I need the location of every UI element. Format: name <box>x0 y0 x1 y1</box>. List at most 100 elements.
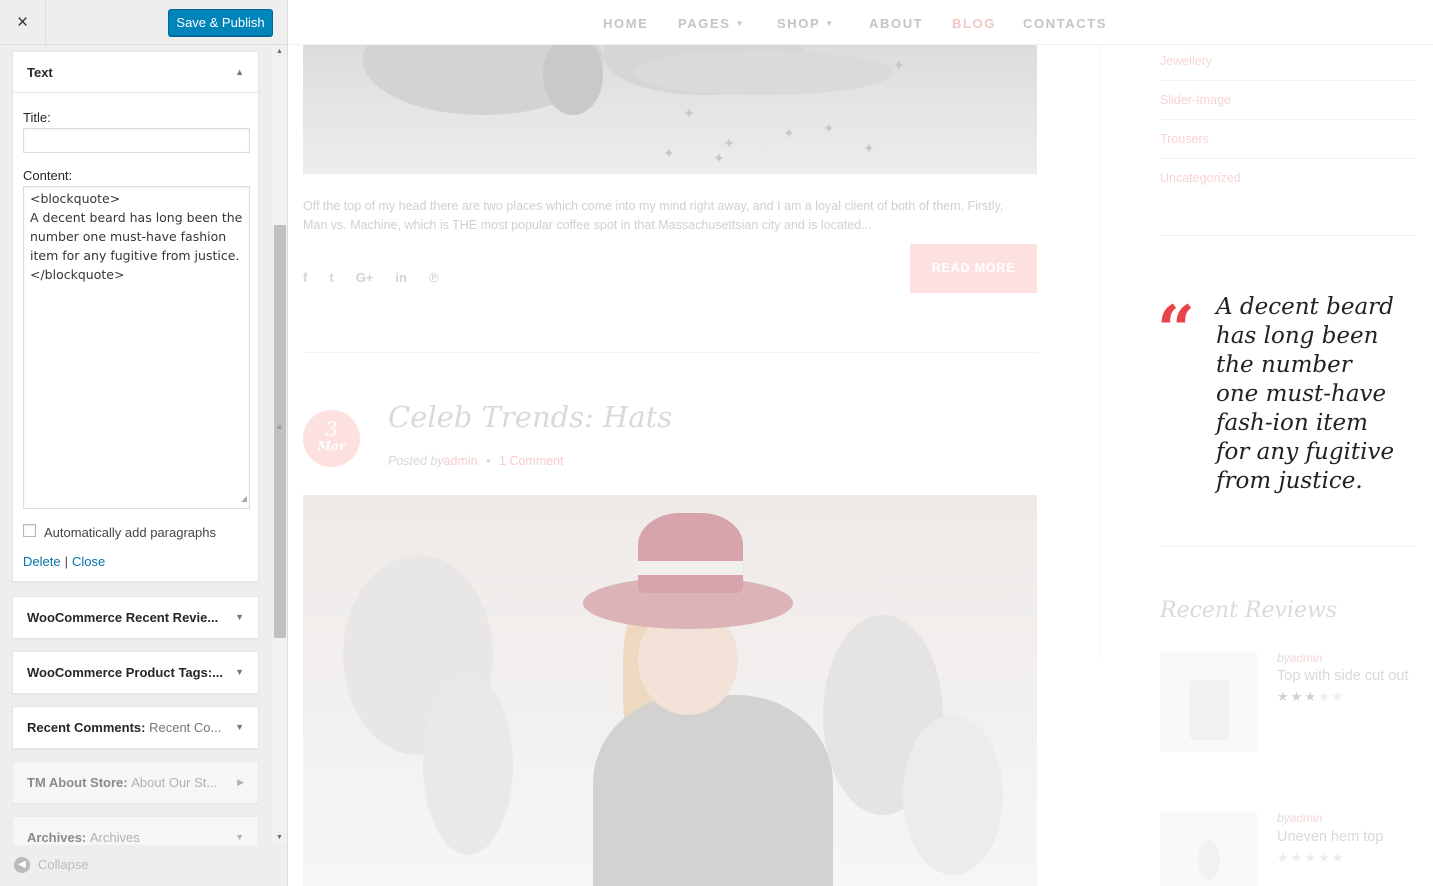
quote-icon: “ <box>1157 291 1195 369</box>
blockquote-text: A decent beard has long been the number … <box>1216 294 1395 494</box>
collapse-bar[interactable]: ◀ Collapse <box>0 845 287 886</box>
date-badge: 3 Mar <box>303 410 360 467</box>
close-link[interactable]: Close <box>72 554 105 569</box>
link-separator: | <box>64 554 68 569</box>
comments-link[interactable]: 1 Comment <box>499 454 564 468</box>
widget-woocommerce-product-tags[interactable]: WooCommerce Product Tags:... ▼ <box>12 651 259 694</box>
widget-tm-about-store[interactable]: TM About Store: About Our St... ▶ <box>12 761 259 804</box>
sidebar-scrollbar[interactable]: ▲ ≡ ▼ <box>272 45 287 845</box>
widget-title: TM About Store: <box>27 775 128 790</box>
facebook-icon[interactable]: f <box>303 270 307 285</box>
star-empty-icon: ★ <box>1331 850 1346 865</box>
author-link[interactable]: admin <box>444 454 478 468</box>
review-author-link[interactable]: admin <box>1290 811 1323 825</box>
category-link[interactable]: Slider-Image <box>1160 93 1231 107</box>
widget-title: WooCommerce Product Tags:... <box>27 665 223 680</box>
linkedin-icon[interactable]: in <box>395 270 407 285</box>
post-image-hat[interactable] <box>303 495 1037 886</box>
review-byline: byadmin <box>1277 811 1322 825</box>
star-filled-icon: ★ <box>1304 689 1318 704</box>
arrow-right-icon[interactable]: ▶ <box>237 762 244 803</box>
share-icons: f t G+ in ℗ <box>303 270 461 285</box>
category-separator <box>1160 119 1416 120</box>
pinterest-icon[interactable]: ℗ <box>429 270 439 285</box>
nav-blog[interactable]: BLOG <box>952 16 996 31</box>
review-product-name[interactable]: Top with side cut out <box>1277 668 1408 684</box>
star-empty-icon: ★ <box>1277 850 1291 865</box>
scroll-down-icon[interactable]: ▼ <box>276 834 283 841</box>
scrollbar-thumb[interactable]: ≡ <box>274 225 286 638</box>
star-empty-icon: ★ <box>1317 689 1332 704</box>
category-link[interactable]: Trousers <box>1160 132 1209 146</box>
category-separator <box>1160 158 1416 159</box>
nav-about[interactable]: ABOUT <box>869 16 923 31</box>
title-input[interactable] <box>23 128 250 153</box>
date-month: Mar <box>317 439 346 453</box>
collapse-arrow-icon[interactable]: ◀ <box>14 857 30 873</box>
post-image-top[interactable]: ✦ ✦ ✦ ✦ ✦ ✦ ✦ ✦ <box>303 45 1037 174</box>
close-customizer-button[interactable]: × <box>0 0 46 45</box>
widgets-panel: Text ▲ Title: Content: <blockquote> A de… <box>0 45 287 845</box>
widget-recent-comments[interactable]: Recent Comments: Recent Co... ▼ <box>12 706 259 749</box>
main-nav: HOME PAGES ▼ SHOP ▼ ABOUT BLOG CONTACTS <box>289 0 1433 45</box>
star-empty-icon: ★ <box>1304 850 1318 865</box>
widget-title: WooCommerce Recent Revie... <box>27 610 219 625</box>
star-empty-icon: ★ <box>1290 850 1305 865</box>
review-byline: byadmin <box>1277 651 1322 665</box>
star-empty-icon: ★ <box>1331 689 1346 704</box>
nav-home[interactable]: HOME <box>603 16 648 31</box>
widget-subtitle: Archives <box>89 830 140 845</box>
sidebar-divider <box>1100 45 1101 660</box>
arrow-down-icon[interactable]: ▼ <box>235 597 244 638</box>
nav-pages[interactable]: PAGES ▼ <box>678 16 745 31</box>
text-widget-header[interactable]: Text ▲ <box>13 52 258 93</box>
content-text: <blockquote> A decent beard has long bee… <box>30 191 243 282</box>
widget-separator <box>1160 546 1416 547</box>
review-thumbnail[interactable] <box>1160 812 1257 886</box>
auto-paragraphs-checkbox[interactable] <box>23 524 36 537</box>
widget-actions: Delete | Close <box>23 554 105 569</box>
nav-shop[interactable]: SHOP ▼ <box>777 16 835 31</box>
review-product-name[interactable]: Uneven hem top <box>1277 829 1383 845</box>
customizer-sidebar: × Save & Publish Text ▲ Title: Content: … <box>0 0 288 886</box>
site-preview: HOME PAGES ▼ SHOP ▼ ABOUT BLOG CONTACTS ✦ … <box>289 0 1433 886</box>
grip-icon: ≡ <box>277 423 282 432</box>
arrow-down-icon[interactable]: ▼ <box>235 817 244 845</box>
customizer-header: × Save & Publish <box>0 0 287 45</box>
delete-link[interactable]: Delete <box>23 554 61 569</box>
arrow-down-icon[interactable]: ▼ <box>235 652 244 693</box>
collapse-label[interactable]: Collapse <box>38 857 89 872</box>
nav-pages-label: PAGES <box>678 16 731 31</box>
widget-woocommerce-recent-reviews[interactable]: WooCommerce Recent Revie... ▼ <box>12 596 259 639</box>
widget-subtitle: Recent Co... <box>149 720 222 735</box>
recent-reviews-title: Recent Reviews <box>1160 598 1338 623</box>
read-more-button[interactable]: READ MORE <box>910 244 1037 293</box>
widget-separator <box>1160 235 1416 236</box>
post-title[interactable]: Celeb Trends: Hats <box>388 400 672 434</box>
widget-title: Archives: <box>27 830 87 845</box>
star-empty-icon: ★ <box>1317 850 1332 865</box>
twitter-icon[interactable]: t <box>329 270 333 285</box>
content-textarea[interactable]: <blockquote> A decent beard has long bee… <box>23 186 250 509</box>
review-by: by <box>1277 651 1290 665</box>
scroll-up-icon[interactable]: ▲ <box>276 48 283 55</box>
chevron-down-icon: ▼ <box>735 19 746 28</box>
google-plus-icon[interactable]: G+ <box>356 270 374 285</box>
text-widget: Text ▲ Title: Content: <blockquote> A de… <box>12 51 259 582</box>
category-link[interactable]: Jewellery <box>1160 54 1212 68</box>
nav-contacts[interactable]: CONTACTS <box>1023 16 1107 31</box>
review-author-link[interactable]: admin <box>1290 651 1323 665</box>
post-excerpt: Off the top of my head there are two pla… <box>303 199 1004 232</box>
arrow-up-icon[interactable]: ▲ <box>235 52 244 92</box>
category-link[interactable]: Uncategorized <box>1160 171 1241 185</box>
review-thumbnail[interactable] <box>1160 652 1257 752</box>
category-separator <box>1160 80 1416 81</box>
content-field-label: Content: <box>23 168 73 183</box>
widget-archives[interactable]: Archives: Archives ▼ <box>12 816 259 845</box>
save-publish-button[interactable]: Save & Publish <box>168 9 273 36</box>
arrow-down-icon[interactable]: ▼ <box>235 707 244 748</box>
star-filled-icon: ★ <box>1290 689 1305 704</box>
auto-paragraphs-label: Automatically add paragraphs <box>44 525 216 540</box>
meta-bullet: • <box>486 454 491 468</box>
resize-grip-icon[interactable]: ◢ <box>241 489 247 508</box>
